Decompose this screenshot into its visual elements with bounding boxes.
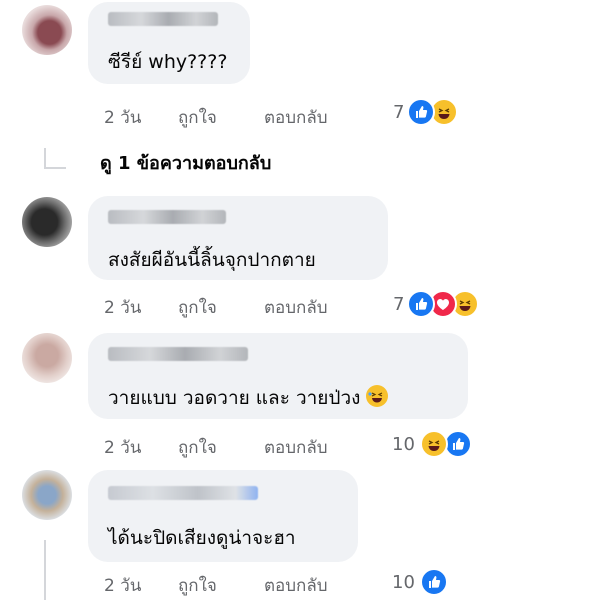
reaction-count: 7	[393, 102, 405, 123]
like-icon	[407, 98, 435, 126]
thread-line	[44, 167, 66, 169]
avatar[interactable]	[22, 333, 72, 383]
reactions[interactable]: 7	[393, 290, 503, 320]
like-icon	[444, 430, 472, 458]
author-name-blurred[interactable]	[108, 486, 258, 500]
comment-text: วายแบบ วอดวาย และ วายป่วง	[108, 383, 389, 413]
like-button[interactable]: ถูกใจ	[178, 572, 217, 599]
view-replies-link[interactable]: ดู 1 ข้อความตอบกลับ	[100, 148, 271, 177]
like-button[interactable]: ถูกใจ	[178, 434, 217, 461]
reply-button[interactable]: ตอบกลับ	[264, 104, 328, 131]
like-icon	[420, 568, 448, 596]
comment-bubble: ซีรีย์ why????	[88, 2, 250, 84]
comment-bubble: ได้นะปิดเสียงดูน่าจะฮา	[88, 470, 358, 562]
reactions[interactable]: 7	[393, 98, 473, 128]
like-button[interactable]: ถูกใจ	[178, 294, 217, 321]
thread-line	[44, 540, 46, 600]
comment-bubble: สงสัยผีอันนี้ลิ้นจุกปากตาย	[88, 196, 388, 280]
rofl-emoji-icon	[366, 385, 389, 407]
comment-text-content: วายแบบ วอดวาย และ วายป่วง	[108, 387, 361, 409]
comment-time[interactable]: 2 วัน	[104, 434, 141, 461]
comment-text: ซีรีย์ why????	[108, 51, 228, 73]
haha-icon	[420, 430, 448, 458]
author-name-blurred[interactable]	[108, 210, 226, 224]
like-icon	[407, 290, 435, 318]
avatar[interactable]	[22, 5, 72, 55]
author-name-blurred[interactable]	[108, 12, 218, 26]
reaction-count: 10	[392, 434, 415, 455]
thread-line	[44, 148, 46, 168]
avatar[interactable]	[22, 197, 72, 247]
reactions[interactable]: 10	[392, 568, 452, 598]
like-button[interactable]: ถูกใจ	[178, 104, 217, 131]
reply-button[interactable]: ตอบกลับ	[264, 572, 328, 599]
avatar[interactable]	[22, 470, 72, 520]
comment-time[interactable]: 2 วัน	[104, 294, 141, 321]
author-name-blurred[interactable]	[108, 347, 248, 361]
comment-text: ได้นะปิดเสียงดูน่าจะฮา	[108, 527, 296, 549]
reply-button[interactable]: ตอบกลับ	[264, 294, 328, 321]
reaction-count: 10	[392, 572, 415, 593]
comment-time[interactable]: 2 วัน	[104, 572, 141, 599]
reply-button[interactable]: ตอบกลับ	[264, 434, 328, 461]
comment-time[interactable]: 2 วัน	[104, 104, 141, 131]
comment-bubble: วายแบบ วอดวาย และ วายป่วง	[88, 333, 468, 419]
reactions[interactable]: 10	[392, 430, 482, 460]
comment-text: สงสัยผีอันนี้ลิ้นจุกปากตาย	[108, 249, 316, 271]
reaction-count: 7	[393, 294, 405, 315]
